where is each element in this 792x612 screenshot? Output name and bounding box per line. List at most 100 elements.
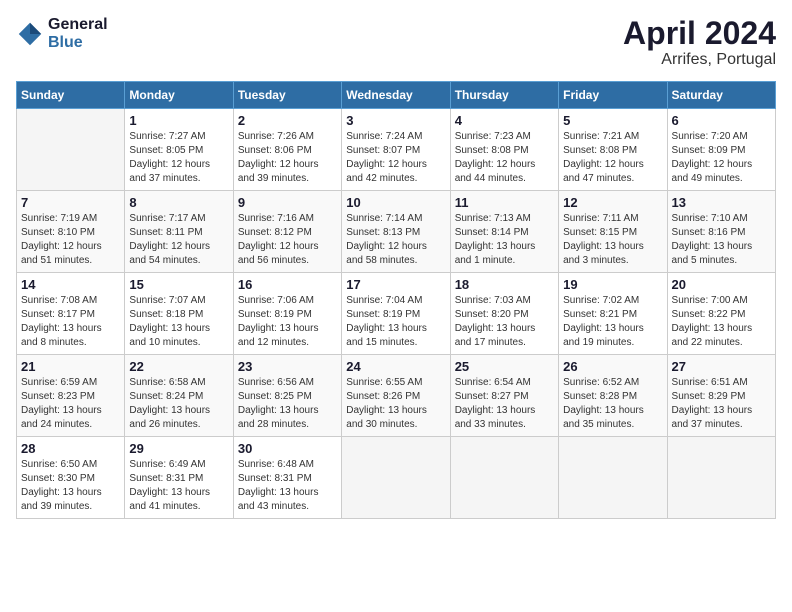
weekday-header: Thursday bbox=[450, 82, 558, 109]
calendar-day-cell: 2Sunrise: 7:26 AMSunset: 8:06 PMDaylight… bbox=[233, 109, 341, 191]
day-info: Sunrise: 7:08 AMSunset: 8:17 PMDaylight:… bbox=[21, 294, 120, 350]
calendar-day-cell: 14Sunrise: 7:08 AMSunset: 8:17 PMDayligh… bbox=[17, 273, 125, 355]
calendar-day-cell: 21Sunrise: 6:59 AMSunset: 8:23 PMDayligh… bbox=[17, 355, 125, 437]
day-number: 17 bbox=[346, 277, 445, 292]
calendar-table: SundayMondayTuesdayWednesdayThursdayFrid… bbox=[16, 81, 776, 519]
calendar-day-cell bbox=[342, 437, 450, 519]
day-number: 6 bbox=[672, 113, 771, 128]
day-info: Sunrise: 6:55 AMSunset: 8:26 PMDaylight:… bbox=[346, 376, 445, 432]
calendar-day-cell: 9 Sunrise: 7:16 AMSunset: 8:12 PMDaylight… bbox=[233, 191, 341, 273]
day-number: 11 bbox=[455, 195, 554, 210]
calendar-day-cell: 22 Sunrise: 6:58 AMSunset: 8:24 PMDayligh… bbox=[125, 355, 233, 437]
month-title: April 2024 bbox=[623, 16, 776, 51]
weekday-header: Monday bbox=[125, 82, 233, 109]
day-number: 23 bbox=[238, 359, 337, 374]
day-number: 10 bbox=[346, 195, 445, 210]
day-number: 3 bbox=[346, 113, 445, 128]
day-info: Sunrise: 6:58 AMSunset: 8:24 PMDaylight:… bbox=[129, 376, 228, 432]
day-number: 16 bbox=[238, 277, 337, 292]
calendar-day-cell: 11 Sunrise: 7:13 AMSunset: 8:14 PMDayligh… bbox=[450, 191, 558, 273]
calendar-week-row: 1 Sunrise: 7:27 AMSunset: 8:05 PMDaylight… bbox=[17, 109, 776, 191]
day-info: Sunrise: 7:21 AMSunset: 8:08 PMDaylight:… bbox=[563, 130, 662, 186]
day-info: Sunrise: 7:20 AMSunset: 8:09 PMDaylight:… bbox=[672, 130, 771, 186]
day-info: Sunrise: 7:03 AMSunset: 8:20 PMDaylight:… bbox=[455, 294, 554, 350]
weekday-header: Tuesday bbox=[233, 82, 341, 109]
calendar-day-cell: 28 Sunrise: 6:50 AMSunset: 8:30 PMDayligh… bbox=[17, 437, 125, 519]
calendar-day-cell: 6 Sunrise: 7:20 AMSunset: 8:09 PMDaylight… bbox=[667, 109, 775, 191]
day-number: 9 bbox=[238, 195, 337, 210]
day-info: Sunrise: 7:24 AMSunset: 8:07 PMDaylight:… bbox=[346, 130, 445, 186]
calendar-day-cell: 18 Sunrise: 7:03 AMSunset: 8:20 PMDayligh… bbox=[450, 273, 558, 355]
day-number: 1 bbox=[129, 113, 228, 128]
day-info: Sunrise: 6:56 AMSunset: 8:25 PMDaylight:… bbox=[238, 376, 337, 432]
day-info: Sunrise: 7:27 AMSunset: 8:05 PMDaylight:… bbox=[129, 130, 228, 186]
calendar-week-row: 21Sunrise: 6:59 AMSunset: 8:23 PMDayligh… bbox=[17, 355, 776, 437]
day-info: Sunrise: 7:19 AMSunset: 8:10 PMDaylight:… bbox=[21, 212, 120, 268]
day-number: 15 bbox=[129, 277, 228, 292]
day-info: Sunrise: 7:02 AMSunset: 8:21 PMDaylight:… bbox=[563, 294, 662, 350]
day-number: 4 bbox=[455, 113, 554, 128]
day-number: 12 bbox=[563, 195, 662, 210]
calendar-day-cell: 10 Sunrise: 7:14 AMSunset: 8:13 PMDayligh… bbox=[342, 191, 450, 273]
weekday-header-row: SundayMondayTuesdayWednesdayThursdayFrid… bbox=[17, 82, 776, 109]
day-info: Sunrise: 6:54 AMSunset: 8:27 PMDaylight:… bbox=[455, 376, 554, 432]
day-info: Sunrise: 7:13 AMSunset: 8:14 PMDaylight:… bbox=[455, 212, 554, 268]
calendar-day-cell: 29 Sunrise: 6:49 AMSunset: 8:31 PMDayligh… bbox=[125, 437, 233, 519]
logo-line1: General bbox=[48, 16, 108, 34]
day-info: Sunrise: 6:49 AMSunset: 8:31 PMDaylight:… bbox=[129, 458, 228, 514]
calendar-week-row: 14Sunrise: 7:08 AMSunset: 8:17 PMDayligh… bbox=[17, 273, 776, 355]
day-info: Sunrise: 6:50 AMSunset: 8:30 PMDaylight:… bbox=[21, 458, 120, 514]
calendar-day-cell bbox=[450, 437, 558, 519]
day-number: 26 bbox=[563, 359, 662, 374]
day-number: 7 bbox=[21, 195, 120, 210]
day-info: Sunrise: 7:23 AMSunset: 8:08 PMDaylight:… bbox=[455, 130, 554, 186]
calendar-day-cell: 20Sunrise: 7:00 AMSunset: 8:22 PMDayligh… bbox=[667, 273, 775, 355]
logo-icon bbox=[16, 20, 44, 48]
day-number: 25 bbox=[455, 359, 554, 374]
calendar-day-cell: 8Sunrise: 7:17 AMSunset: 8:11 PMDaylight… bbox=[125, 191, 233, 273]
calendar-day-cell: 4 Sunrise: 7:23 AMSunset: 8:08 PMDaylight… bbox=[450, 109, 558, 191]
location-title: Arrifes, Portugal bbox=[623, 51, 776, 69]
day-info: Sunrise: 7:14 AMSunset: 8:13 PMDaylight:… bbox=[346, 212, 445, 268]
calendar-day-cell: 27 Sunrise: 6:51 AMSunset: 8:29 PMDayligh… bbox=[667, 355, 775, 437]
weekday-header: Saturday bbox=[667, 82, 775, 109]
calendar-day-cell: 15 Sunrise: 7:07 AMSunset: 8:18 PMDayligh… bbox=[125, 273, 233, 355]
day-number: 24 bbox=[346, 359, 445, 374]
calendar-day-cell: 30Sunrise: 6:48 AMSunset: 8:31 PMDayligh… bbox=[233, 437, 341, 519]
day-number: 8 bbox=[129, 195, 228, 210]
title-area: April 2024 Arrifes, Portugal bbox=[623, 16, 776, 69]
logo: General Blue bbox=[16, 16, 108, 52]
day-info: Sunrise: 7:26 AMSunset: 8:06 PMDaylight:… bbox=[238, 130, 337, 186]
logo-line2: Blue bbox=[48, 34, 108, 52]
calendar-day-cell: 25 Sunrise: 6:54 AMSunset: 8:27 PMDayligh… bbox=[450, 355, 558, 437]
day-info: Sunrise: 7:00 AMSunset: 8:22 PMDaylight:… bbox=[672, 294, 771, 350]
day-info: Sunrise: 7:04 AMSunset: 8:19 PMDaylight:… bbox=[346, 294, 445, 350]
day-number: 28 bbox=[21, 441, 120, 456]
header: General Blue April 2024 Arrifes, Portuga… bbox=[16, 16, 776, 69]
calendar-day-cell: 23 Sunrise: 6:56 AMSunset: 8:25 PMDayligh… bbox=[233, 355, 341, 437]
day-info: Sunrise: 6:52 AMSunset: 8:28 PMDaylight:… bbox=[563, 376, 662, 432]
weekday-header: Sunday bbox=[17, 82, 125, 109]
calendar-day-cell: 3 Sunrise: 7:24 AMSunset: 8:07 PMDaylight… bbox=[342, 109, 450, 191]
calendar-day-cell: 5 Sunrise: 7:21 AMSunset: 8:08 PMDaylight… bbox=[559, 109, 667, 191]
calendar-day-cell bbox=[667, 437, 775, 519]
calendar-day-cell: 16Sunrise: 7:06 AMSunset: 8:19 PMDayligh… bbox=[233, 273, 341, 355]
day-number: 27 bbox=[672, 359, 771, 374]
calendar-week-row: 28 Sunrise: 6:50 AMSunset: 8:30 PMDayligh… bbox=[17, 437, 776, 519]
day-number: 21 bbox=[21, 359, 120, 374]
day-info: Sunrise: 7:11 AMSunset: 8:15 PMDaylight:… bbox=[563, 212, 662, 268]
day-info: Sunrise: 7:16 AMSunset: 8:12 PMDaylight:… bbox=[238, 212, 337, 268]
calendar-day-cell: 13Sunrise: 7:10 AMSunset: 8:16 PMDayligh… bbox=[667, 191, 775, 273]
calendar-day-cell: 1 Sunrise: 7:27 AMSunset: 8:05 PMDaylight… bbox=[125, 109, 233, 191]
day-number: 29 bbox=[129, 441, 228, 456]
weekday-header: Friday bbox=[559, 82, 667, 109]
calendar-day-cell: 24 Sunrise: 6:55 AMSunset: 8:26 PMDayligh… bbox=[342, 355, 450, 437]
day-number: 5 bbox=[563, 113, 662, 128]
day-number: 18 bbox=[455, 277, 554, 292]
calendar-day-cell: 17 Sunrise: 7:04 AMSunset: 8:19 PMDayligh… bbox=[342, 273, 450, 355]
calendar-day-cell: 19Sunrise: 7:02 AMSunset: 8:21 PMDayligh… bbox=[559, 273, 667, 355]
calendar-day-cell: 7 Sunrise: 7:19 AMSunset: 8:10 PMDaylight… bbox=[17, 191, 125, 273]
day-info: Sunrise: 7:07 AMSunset: 8:18 PMDaylight:… bbox=[129, 294, 228, 350]
day-info: Sunrise: 6:51 AMSunset: 8:29 PMDaylight:… bbox=[672, 376, 771, 432]
day-number: 22 bbox=[129, 359, 228, 374]
